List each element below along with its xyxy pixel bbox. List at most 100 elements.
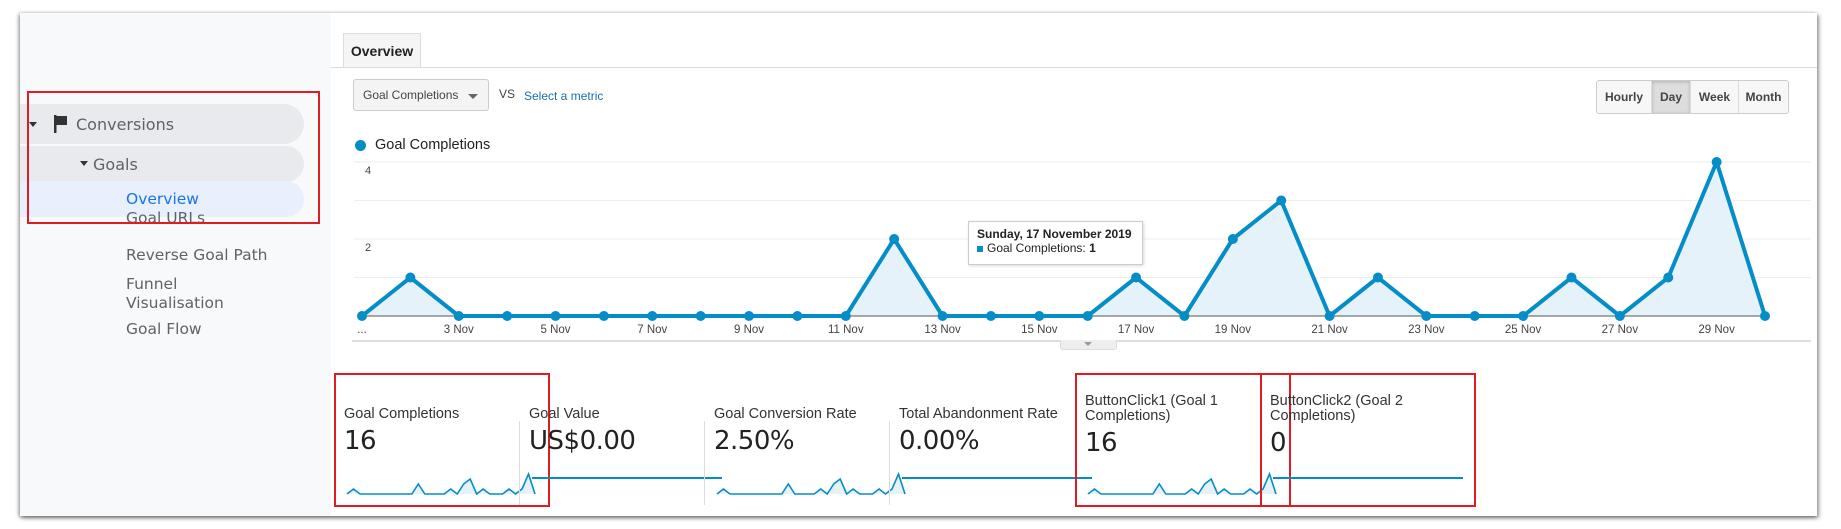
- scorecard[interactable]: Goal Conversion Rate 2.50%: [714, 406, 906, 507]
- scorecard[interactable]: Goal Completions 16: [344, 406, 536, 507]
- data-point[interactable]: [744, 311, 755, 321]
- x-tick-label: 23 Nov: [1408, 324, 1445, 336]
- sparkline-line: [1087, 471, 1277, 496]
- scorecard-divider: [519, 421, 520, 505]
- data-point[interactable]: [550, 311, 561, 321]
- scorecard-divider: [889, 421, 890, 505]
- data-point[interactable]: [647, 311, 658, 321]
- series-square-icon: [977, 245, 983, 252]
- data-point[interactable]: [1276, 195, 1287, 206]
- data-point[interactable]: [502, 311, 513, 321]
- x-tick-label: ...: [357, 324, 367, 336]
- sidebar-nav: Conversions Goals Overview Goal URLs Rev…: [20, 13, 331, 516]
- data-point[interactable]: [1614, 311, 1625, 321]
- sparkline: [346, 471, 536, 496]
- x-tick-label: 5 Nov: [540, 324, 570, 336]
- scorecard-label: Goal Value: [529, 406, 600, 422]
- scorecard[interactable]: Total Abandonment Rate 0.00%: [899, 406, 1092, 507]
- data-point[interactable]: [1760, 311, 1770, 321]
- x-tick-label: 21 Nov: [1311, 324, 1348, 336]
- data-point[interactable]: [1324, 311, 1335, 321]
- x-tick-label: 29 Nov: [1698, 324, 1735, 336]
- scorecard-value: US$0.00: [529, 426, 636, 456]
- x-tick-label: 15 Nov: [1021, 324, 1058, 336]
- data-point[interactable]: [1034, 311, 1045, 321]
- caret-down-icon: [1084, 342, 1092, 346]
- scorecard[interactable]: ButtonClick2 (Goal 2 Completions) 0: [1270, 393, 1463, 494]
- data-point[interactable]: [1227, 234, 1238, 244]
- y-tick-label: 4: [365, 165, 371, 177]
- report-card: Conversions Goals Overview Goal URLs Rev…: [20, 13, 1817, 516]
- data-point[interactable]: [985, 311, 996, 321]
- sparkline: [716, 471, 906, 496]
- sparkline-line: [346, 471, 536, 496]
- sidebar-item-reverse-goal-path[interactable]: Reverse Goal Path: [126, 246, 268, 265]
- scorecard-value: 0.00%: [899, 426, 980, 456]
- data-point[interactable]: [1372, 272, 1383, 283]
- data-point[interactable]: [1663, 272, 1674, 283]
- sidebar-item-goals[interactable]: Goals: [20, 146, 304, 182]
- x-tick-label: 17 Nov: [1118, 324, 1155, 336]
- sparkline: [902, 477, 1092, 479]
- data-point[interactable]: [1421, 311, 1432, 321]
- data-point[interactable]: [405, 272, 416, 283]
- scorecard-value: 16: [1085, 428, 1118, 458]
- x-tick-label: 19 Nov: [1215, 324, 1252, 336]
- x-tick-label: 11 Nov: [828, 324, 864, 336]
- data-point[interactable]: [792, 311, 803, 321]
- data-point[interactable]: [453, 311, 464, 321]
- data-point[interactable]: [695, 311, 706, 321]
- caret-down-icon: [29, 122, 37, 127]
- scorecard-label: Goal Conversion Rate: [714, 406, 857, 422]
- scorecard[interactable]: ButtonClick1 (Goal 1 Completions) 16: [1085, 393, 1277, 496]
- data-point[interactable]: [598, 311, 609, 321]
- sidebar-item-goal-urls[interactable]: Goal URLs: [126, 209, 205, 228]
- sidebar-item-label: Overview: [126, 190, 199, 208]
- sidebar-item-goal-flow[interactable]: Goal Flow: [126, 320, 202, 339]
- data-point[interactable]: [1131, 272, 1142, 283]
- scorecard-divider: [704, 421, 705, 505]
- scorecard-label: ButtonClick1 (Goal 1 Completions): [1085, 393, 1218, 424]
- scorecard-divider: [1260, 421, 1261, 505]
- x-tick-label: 9 Nov: [734, 324, 764, 336]
- flag-icon: [54, 115, 67, 133]
- y-tick-label: 2: [365, 242, 371, 254]
- sparkline-line: [716, 471, 906, 496]
- data-point[interactable]: [1518, 311, 1529, 321]
- data-point[interactable]: [1179, 311, 1190, 321]
- tooltip-title: Sunday, 17 November 2019: [977, 227, 1132, 241]
- main-panel: Overview Goal Completions VS Select a me…: [331, 13, 1817, 516]
- x-tick-label: 25 Nov: [1505, 324, 1542, 336]
- x-tick-label: 13 Nov: [924, 324, 961, 336]
- sparkline: [1087, 471, 1277, 496]
- sparkline: [1273, 477, 1463, 479]
- data-point[interactable]: [1469, 311, 1480, 321]
- sidebar-item-conversions[interactable]: Conversions: [20, 104, 304, 144]
- scorecard[interactable]: Goal Value US$0.00: [529, 406, 722, 507]
- data-point[interactable]: [1082, 311, 1093, 321]
- sidebar-item-funnel-visualisation[interactable]: Funnel Visualisation: [126, 275, 246, 313]
- data-point[interactable]: [937, 311, 948, 321]
- scorecard-label: ButtonClick2 (Goal 2 Completions): [1270, 393, 1403, 424]
- sidebar-item-label: Goals: [93, 154, 138, 174]
- sidebar-item-label: Conversions: [76, 114, 175, 134]
- data-point[interactable]: [357, 311, 367, 321]
- data-point[interactable]: [889, 234, 900, 244]
- scorecard-divider: [1075, 421, 1076, 505]
- goal-completions-chart[interactable]: 2 4... 3 Nov 5 Nov 7 Nov 9 Nov 11 Nov 13 Nov 15 …: [331, 13, 1817, 353]
- scorecard-value: 0: [1270, 428, 1287, 458]
- chart-tooltip: Sunday, 17 November 2019 Goal Completion…: [968, 221, 1143, 265]
- sparkline: [532, 477, 722, 479]
- data-point[interactable]: [1566, 272, 1577, 283]
- x-tick-label: 27 Nov: [1602, 324, 1639, 336]
- data-point[interactable]: [1711, 157, 1722, 167]
- chart-expand-handle[interactable]: [1060, 340, 1117, 350]
- tooltip-value: 1: [1089, 241, 1096, 255]
- caret-down-icon: [80, 161, 88, 166]
- scorecard-label: Goal Completions: [344, 406, 460, 422]
- tooltip-series-label: Goal Completions:: [987, 241, 1086, 255]
- data-point[interactable]: [840, 311, 851, 321]
- scorecard-value: 16: [344, 426, 377, 456]
- scorecard-label: Total Abandonment Rate: [899, 406, 1058, 422]
- scorecard-value: 2.50%: [714, 426, 795, 456]
